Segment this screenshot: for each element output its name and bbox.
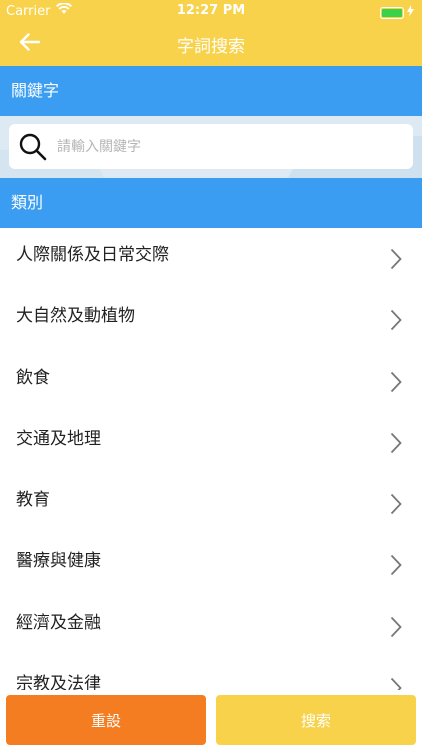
category-item-interpersonal[interactable]: 人際關係及日常交際: [0, 228, 422, 289]
battery-fill: [382, 9, 402, 17]
search-band: [0, 116, 422, 178]
page-title: 字詞搜索: [177, 37, 245, 57]
category-section-header: 類別: [0, 178, 422, 228]
category-label: 交通及地理: [16, 428, 101, 449]
search-button[interactable]: 搜索: [216, 695, 416, 745]
keyword-section-header: 關鍵字: [0, 66, 422, 116]
category-label: 飲食: [16, 367, 50, 388]
chevron-right-icon: [390, 677, 402, 690]
category-label: 人際關係及日常交際: [16, 245, 169, 265]
reset-button[interactable]: 重設: [6, 695, 206, 745]
chevron-right-icon: [390, 616, 402, 637]
battery-icon: [380, 7, 404, 19]
category-item-health[interactable]: 醫療與健康: [0, 534, 422, 595]
category-label: 經濟及金融: [16, 612, 101, 633]
chevron-right-icon: [390, 432, 402, 454]
chevron-right-icon: [390, 310, 402, 331]
category-item-transport[interactable]: 交通及地理: [0, 412, 422, 473]
status-right: [380, 5, 414, 21]
status-time: 12:27 PM: [176, 3, 246, 18]
chevron-right-icon: [390, 248, 402, 270]
app-header: Carrier 12:27 PM 字詞搜索: [0, 0, 422, 66]
category-label: 大自然及動植物: [16, 306, 135, 327]
category-label: 醫療與健康: [16, 551, 101, 572]
chevron-right-icon: [390, 371, 402, 392]
category-label: 宗教及法律: [16, 674, 101, 690]
chevron-right-icon: [390, 555, 402, 576]
search-box: [9, 124, 413, 169]
category-label: 教育: [16, 490, 50, 511]
category-item-food[interactable]: 飲食: [0, 351, 422, 412]
status-bar: Carrier 12:27 PM: [0, 0, 422, 22]
search-input[interactable]: [57, 131, 397, 162]
chevron-right-icon: [390, 494, 402, 515]
category-item-religion-law[interactable]: 宗教及法律: [0, 657, 422, 690]
category-list: 人際關係及日常交際 大自然及動植物 飲食 交通及地理 教育 醫療與健康 經濟及金…: [0, 228, 422, 690]
charging-icon: [407, 5, 414, 21]
category-item-nature[interactable]: 大自然及動植物: [0, 289, 422, 350]
search-icon: [15, 129, 51, 165]
category-item-economy[interactable]: 經濟及金融: [0, 596, 422, 657]
category-item-education[interactable]: 教育: [0, 473, 422, 534]
nav-bar: 字詞搜索: [0, 22, 422, 66]
bottom-action-bar: 重設 搜索: [0, 690, 422, 750]
